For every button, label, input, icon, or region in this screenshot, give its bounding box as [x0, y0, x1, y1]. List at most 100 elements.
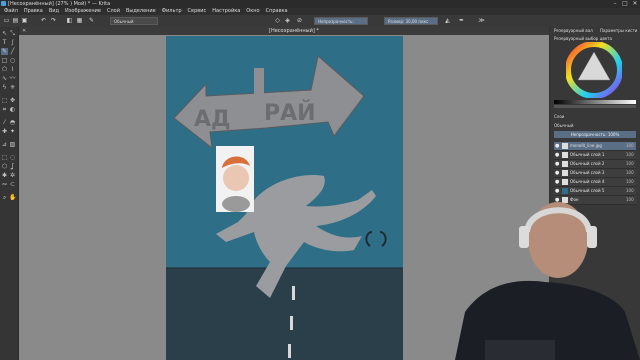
layer-row[interactable]: ● monolit_line.jpg 100 [554, 142, 636, 151]
history-bar[interactable] [554, 105, 636, 108]
opacity-slider[interactable]: Непрозрачность: 100% [314, 17, 368, 32]
menu-filter[interactable]: Фильтр [162, 8, 182, 15]
redo-icon[interactable]: ↷ [50, 17, 57, 24]
pattern-icon[interactable]: ▦ [76, 17, 83, 24]
visibility-eye-icon[interactable]: ● [555, 170, 560, 176]
layer-blend-mode[interactable]: Обычный [554, 123, 574, 128]
open-icon[interactable]: ▤ [12, 17, 19, 24]
color-picker-icon[interactable]: ⁄ [1, 119, 8, 126]
gradient-tool-icon[interactable]: ◐ [9, 106, 16, 113]
mirror-horizontal-icon[interactable]: ◭ [444, 17, 451, 24]
calligraphy-icon[interactable]: ∫ [9, 39, 16, 46]
blend-mode-select[interactable]: Обычный [110, 17, 158, 25]
reference-tool-icon[interactable]: ▧ [9, 141, 16, 148]
color-wheel[interactable] [566, 42, 622, 98]
close-button[interactable]: ✕ [630, 0, 640, 8]
zoom-tool-icon[interactable]: ⌕ [1, 194, 8, 201]
visibility-eye-icon[interactable]: ● [555, 179, 560, 185]
menu-edit[interactable]: Правка [24, 8, 43, 15]
freehand-brush-icon[interactable]: ✎ [1, 48, 8, 55]
layer-name: Обычный слой 3 [570, 170, 605, 175]
dock-tab-a[interactable]: Резервуарный вал [554, 28, 593, 33]
visibility-eye-icon[interactable]: ● [555, 161, 560, 167]
freehand-select-icon[interactable]: ʆ [9, 163, 16, 170]
transform-tool-icon[interactable]: ⬚ [1, 97, 8, 104]
layer-thumbnail [562, 161, 568, 167]
magnetic-select-icon[interactable]: ⊂ [9, 181, 16, 188]
menu-layer[interactable]: Слой [107, 8, 120, 15]
menu-file[interactable]: Файл [4, 8, 18, 15]
menu-window[interactable]: Окно [246, 8, 259, 15]
menu-image[interactable]: Изображение [65, 8, 101, 15]
tab-close-icon[interactable]: ✕ [22, 28, 26, 34]
layer-name: Обычный слой 2 [570, 161, 605, 166]
sign-right-text: РАЙ [264, 100, 316, 126]
edit-shapes-icon[interactable]: ⤡ [9, 30, 16, 37]
fill-tool-icon[interactable]: ◓ [9, 119, 16, 126]
preserve-alpha-icon[interactable]: ◈ [284, 17, 291, 24]
value-bar[interactable] [554, 100, 636, 104]
layer-row[interactable]: ● Обычный слой 3 100 [554, 169, 636, 178]
ellipse-select-icon[interactable]: ◌ [9, 154, 16, 161]
layer-row[interactable]: ● Обычный слой 1 100 [554, 151, 636, 160]
contiguous-select-icon[interactable]: ✱ [1, 172, 8, 179]
document-tab[interactable]: ✕ [Несохранённый] * [19, 27, 549, 35]
eraser-icon[interactable]: ◇ [274, 17, 281, 24]
artwork: АД РАЙ [166, 55, 403, 360]
wrap-icon[interactable]: ⊘ [296, 17, 303, 24]
dock-tab-b[interactable]: Параметры кисти [600, 28, 637, 33]
polygon-select-icon[interactable]: ⬡ [1, 163, 8, 170]
smart-patch-icon[interactable]: ✚ [1, 128, 8, 135]
road-shape [166, 268, 403, 360]
menu-help[interactable]: Справка [266, 8, 288, 15]
expand-icon[interactable]: ≫ [478, 17, 485, 24]
webcam-person [455, 202, 640, 360]
save-icon[interactable]: ▣ [21, 17, 28, 24]
menu-select[interactable]: Выделение [126, 8, 156, 15]
polyline-tool-icon[interactable]: ⌇ [9, 66, 16, 73]
move-tool-icon[interactable]: ✥ [9, 97, 16, 104]
color-selector-header: Резервуарный выбор цвета [554, 36, 612, 41]
rect-select-icon[interactable]: ⬚ [1, 154, 8, 161]
multibrush-icon[interactable]: ✳ [9, 84, 16, 91]
layer-opacity: 100 [626, 152, 634, 157]
visibility-eye-icon[interactable]: ● [555, 143, 560, 149]
polygon-tool-icon[interactable]: ⬠ [1, 66, 8, 73]
new-document-icon[interactable]: ▭ [3, 17, 10, 24]
window-title: [Несохранённый] (27% ) Мой) * — Krita [8, 1, 111, 7]
artboard[interactable]: АД РАЙ [166, 36, 403, 360]
layers-header: Слои [554, 114, 565, 119]
rectangle-tool-icon[interactable]: □ [1, 57, 8, 64]
menu-settings[interactable]: Настройка [212, 8, 240, 15]
dynamic-brush-icon[interactable]: ϟ [1, 84, 8, 91]
layer-opacity: 100 [626, 179, 634, 184]
layer-row[interactable]: ● Обычный слой 2 100 [554, 160, 636, 169]
assistant-tool-icon[interactable]: ✦ [9, 128, 16, 135]
menu-tools[interactable]: Сервис [188, 8, 207, 15]
crop-tool-icon[interactable]: ⌗ [1, 106, 8, 113]
menu-view[interactable]: Вид [49, 8, 59, 15]
bezier-select-icon[interactable]: ∾ [1, 181, 8, 188]
visibility-eye-icon[interactable]: ● [555, 152, 560, 158]
layer-opacity-slider[interactable]: Непрозрачность: 100% [554, 131, 636, 138]
pen-icon[interactable]: ✒ [458, 17, 465, 24]
minimize-button[interactable]: – [610, 0, 620, 8]
document-tab-title: [Несохранённый] * [269, 28, 319, 34]
layer-row[interactable]: ● Обычный слой 4 100 [554, 178, 636, 187]
size-slider[interactable]: Размер: 30,00 пикс [384, 17, 438, 25]
brush-preset-icon[interactable]: ✎ [88, 17, 95, 24]
pan-tool-icon[interactable]: ✋ [9, 194, 16, 201]
horseshoe-shape [365, 231, 387, 247]
undo-icon[interactable]: ↶ [40, 17, 47, 24]
ellipse-tool-icon[interactable]: ○ [9, 57, 16, 64]
bezier-tool-icon[interactable]: ∿ [1, 75, 8, 82]
gradient-icon[interactable]: ◧ [66, 17, 73, 24]
similar-select-icon[interactable]: ✲ [9, 172, 16, 179]
text-tool-icon[interactable]: T [1, 39, 8, 46]
maximize-button[interactable]: □ [620, 0, 630, 8]
measure-tool-icon[interactable]: ⊿ [1, 141, 8, 148]
layer-opacity: 100 [626, 161, 634, 166]
line-tool-icon[interactable]: ╱ [9, 48, 16, 55]
select-shapes-icon[interactable]: ↖ [1, 30, 8, 37]
freehand-path-icon[interactable]: 〰 [9, 75, 16, 82]
